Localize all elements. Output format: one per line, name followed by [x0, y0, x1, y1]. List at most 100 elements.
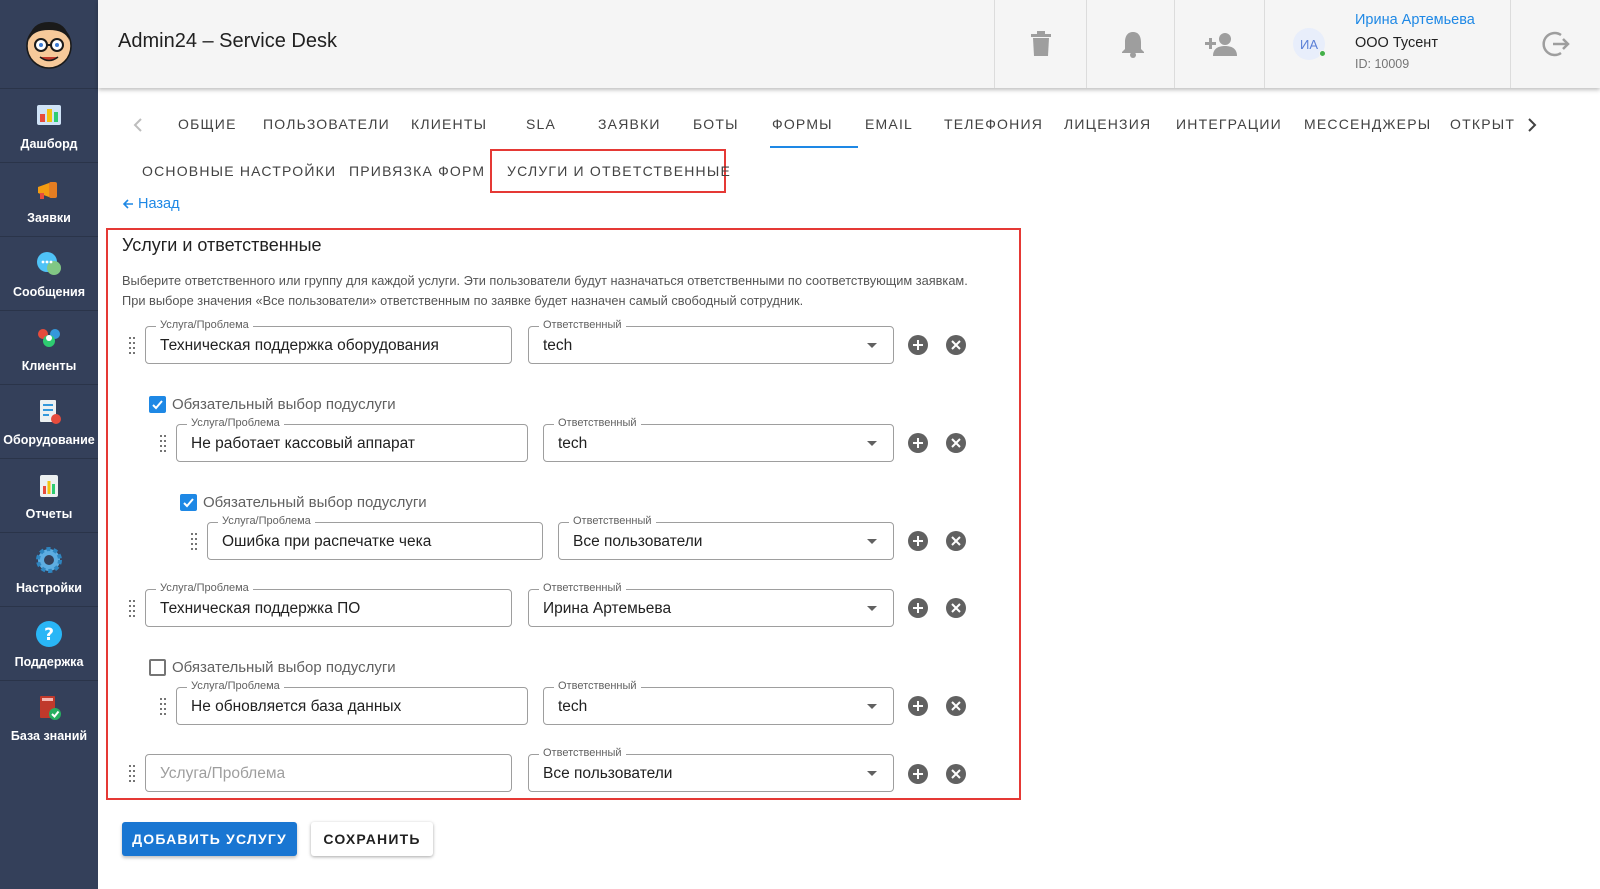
checkbox-checked-icon [180, 494, 197, 511]
drag-handle[interactable] [129, 600, 137, 618]
required-subservice-checkbox[interactable]: Обязательный выбор подуслуги [149, 396, 396, 413]
add-subservice-button[interactable] [908, 531, 928, 551]
app-logo[interactable] [0, 0, 98, 88]
sidebar-item-support[interactable]: ? Поддержка [0, 606, 98, 680]
add-service-button[interactable]: ДОБАВИТЬ УСЛУГУ [122, 822, 297, 856]
svg-text:?: ? [44, 625, 54, 645]
sidebar-item-knowledge-base[interactable]: База знаний [0, 680, 98, 754]
service-input[interactable]: Услуга/Проблема Техническая поддержка ПО [145, 582, 512, 627]
responsible-select[interactable]: Ответственный tech [528, 319, 894, 364]
sidebar-item-clients[interactable]: Клиенты [0, 310, 98, 384]
sidebar-item-settings[interactable]: Настройки [0, 532, 98, 606]
sidebar-item-requests[interactable]: Заявки [0, 162, 98, 236]
tab-open[interactable]: ОТКРЫТ [1450, 116, 1515, 132]
tab-requests[interactable]: ЗАЯВКИ [598, 116, 661, 132]
responsible-label: Ответственный [569, 515, 656, 527]
responsible-label: Ответственный [554, 680, 641, 692]
service-label: Услуга/Проблема [187, 417, 284, 429]
responsible-select[interactable]: Ответственный tech [543, 417, 894, 462]
subtab-form-binding[interactable]: ПРИВЯЗКА ФОРМ [349, 163, 485, 179]
save-button[interactable]: СОХРАНИТЬ [311, 822, 433, 856]
chevron-left-icon [133, 118, 142, 132]
user-name[interactable]: Ирина Артемьева [1355, 12, 1475, 28]
add-subservice-button[interactable] [908, 598, 928, 618]
service-value: Не обновляется база данных [191, 698, 402, 715]
required-subservice-checkbox[interactable]: Обязательный выбор подуслуги [149, 659, 396, 676]
responsible-select[interactable]: Ответственный Все пользователи [528, 747, 894, 792]
drag-handle[interactable] [160, 435, 168, 453]
plus-icon [913, 769, 923, 779]
sidebar-item-reports[interactable]: Отчеты [0, 458, 98, 532]
responsible-select[interactable]: Ответственный Ирина Артемьева [528, 582, 894, 627]
drag-handle[interactable] [129, 337, 137, 355]
clients-icon [34, 323, 64, 353]
tab-sla[interactable]: SLA [526, 116, 556, 132]
caret-down-icon [867, 441, 877, 446]
sidebar-item-label: Заявки [27, 211, 71, 225]
checkbox-label: Обязательный выбор подуслуги [172, 659, 396, 676]
tab-users[interactable]: ПОЛЬЗОВАТЕЛИ [263, 116, 390, 132]
remove-service-button[interactable] [946, 764, 966, 784]
close-icon [951, 769, 961, 779]
add-subservice-button[interactable] [908, 433, 928, 453]
service-input[interactable]: Услуга/Проблема Ошибка при распечатке че… [207, 515, 543, 560]
tab-clients[interactable]: КЛИЕНТЫ [411, 116, 487, 132]
forms-subtabs: ОСНОВНЫЕ НАСТРОЙКИ ПРИВЯЗКА ФОРМ УСЛУГИ … [98, 149, 1298, 196]
tab-integrations[interactable]: ИНТЕГРАЦИИ [1176, 116, 1282, 132]
remove-service-button[interactable] [946, 531, 966, 551]
tabs-scroll-right-button[interactable] [1522, 114, 1542, 136]
trash-button[interactable] [994, 0, 1086, 88]
plus-icon [913, 340, 923, 350]
sidebar-item-dashboard[interactable]: Дашборд [0, 88, 98, 162]
tab-email[interactable]: EMAIL [865, 116, 913, 132]
remove-service-button[interactable] [946, 433, 966, 453]
tab-license[interactable]: ЛИЦЕНЗИЯ [1064, 116, 1151, 132]
service-input[interactable]: Услуга/Проблема Не работает кассовый апп… [176, 417, 528, 462]
required-subservice-checkbox[interactable]: Обязательный выбор подуслуги [180, 494, 427, 511]
add-subservice-button[interactable] [908, 696, 928, 716]
remove-service-button[interactable] [946, 598, 966, 618]
add-user-button[interactable] [1174, 0, 1266, 88]
tab-forms[interactable]: ФОРМЫ [772, 116, 833, 132]
dashboard-icon [34, 101, 64, 131]
sidebar-item-label: Дашборд [20, 137, 78, 151]
back-link[interactable]: Назад [122, 196, 180, 212]
tabs-scroll-left-button[interactable] [128, 114, 148, 136]
tab-bots[interactable]: БОТЫ [693, 116, 739, 132]
add-user-icon [1204, 33, 1237, 56]
checkbox-label: Обязательный выбор подуслуги [203, 494, 427, 511]
tab-telephony[interactable]: ТЕЛЕФОНИЯ [944, 116, 1043, 132]
plus-icon [913, 438, 923, 448]
tab-general[interactable]: ОБЩИЕ [178, 116, 237, 132]
drag-handle[interactable] [191, 533, 199, 551]
caret-down-icon [867, 704, 877, 709]
subtab-services-responsible[interactable]: УСЛУГИ И ОТВЕТСТВЕННЫЕ [507, 163, 731, 179]
subtab-basic-settings[interactable]: ОСНОВНЫЕ НАСТРОЙКИ [142, 163, 336, 179]
sidebar-item-messages[interactable]: Сообщения [0, 236, 98, 310]
service-input[interactable]: Услуга/Проблема Не обновляется база данн… [176, 680, 528, 725]
face-logo-icon [26, 22, 72, 69]
logout-button[interactable] [1510, 0, 1600, 88]
notifications-button[interactable] [1086, 0, 1178, 88]
remove-service-button[interactable] [946, 335, 966, 355]
drag-handle[interactable] [129, 765, 137, 783]
service-input[interactable]: Услуга/Проблема Техническая поддержка об… [145, 319, 512, 364]
arrow-left-icon [122, 199, 133, 209]
responsible-label: Ответственный [539, 582, 626, 594]
remove-service-button[interactable] [946, 696, 966, 716]
service-input-empty[interactable]: Услуга/Проблема [145, 754, 512, 792]
add-subservice-button[interactable] [908, 764, 928, 784]
responsible-select[interactable]: Ответственный tech [543, 680, 894, 725]
service-label: Услуга/Проблема [156, 582, 253, 594]
sidebar-item-equipment[interactable]: Оборудование [0, 384, 98, 458]
gear-icon [34, 545, 64, 575]
responsible-select[interactable]: Ответственный Все пользователи [558, 515, 894, 560]
service-label: Услуга/Проблема [218, 515, 315, 527]
user-profile[interactable]: ИА Ирина Артемьева ООО Тусент ID: 10009 [1264, 0, 1510, 88]
online-status-dot [1319, 50, 1326, 57]
add-subservice-button[interactable] [908, 335, 928, 355]
service-value: Техническая поддержка оборудования [160, 337, 439, 354]
drag-handle[interactable] [160, 698, 168, 716]
megaphone-icon [34, 175, 64, 205]
tab-messengers[interactable]: МЕССЕНДЖЕРЫ [1304, 116, 1431, 132]
